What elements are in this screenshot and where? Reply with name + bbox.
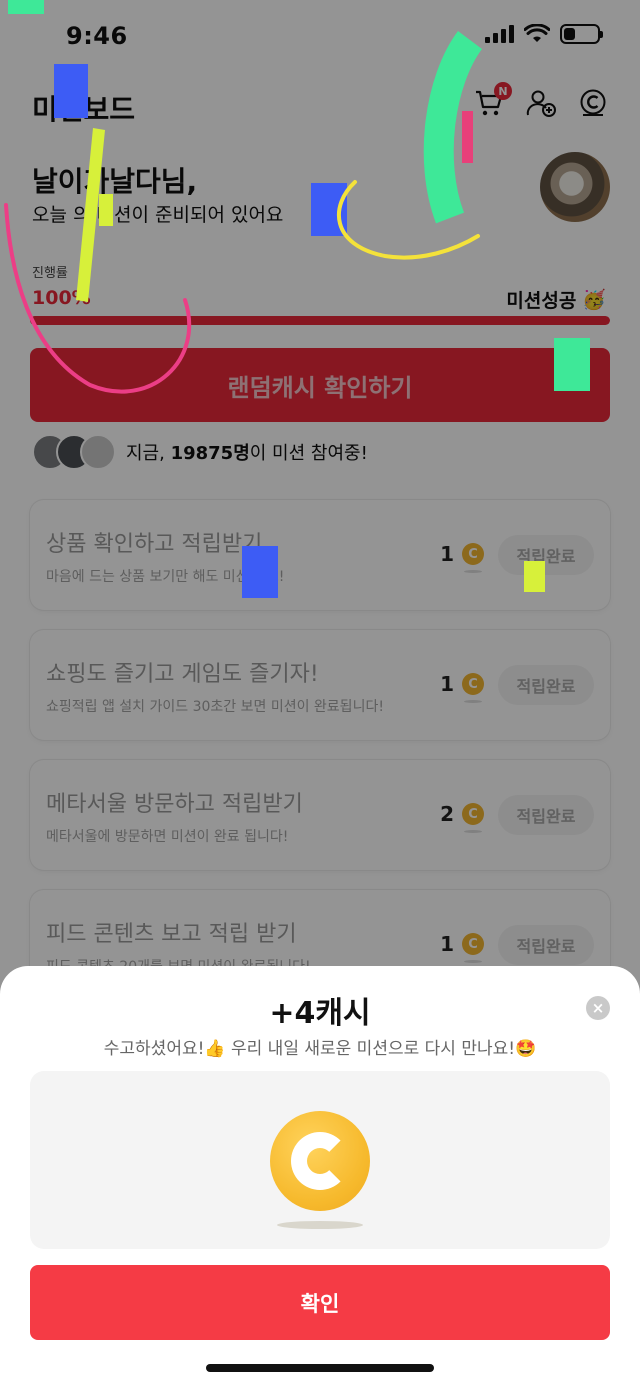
reward-subtitle: 수고하셨어요!👍 우리 내일 새로운 미션으로 다시 만나요!🤩 — [103, 1039, 537, 1059]
annotation-mark — [524, 561, 545, 592]
annotation-mark — [4, 203, 192, 394]
coin-panel — [30, 1071, 610, 1249]
annotation-mark — [54, 64, 88, 118]
home-indicator[interactable] — [206, 1364, 434, 1372]
reward-bottom-sheet: +4캐시 × 수고하셨어요!👍 우리 내일 새로운 미션으로 다시 만나요!🤩 … — [0, 966, 640, 1385]
close-icon[interactable]: × — [586, 996, 610, 1020]
mission-board-screen: 9:46 미션보드 N — [0, 0, 640, 1385]
confirm-button[interactable]: 확인 — [30, 1265, 610, 1340]
reward-title: +4캐시 — [269, 996, 371, 1031]
coin-shadow — [277, 1221, 363, 1229]
coin-letter — [291, 1132, 349, 1190]
annotation-mark — [242, 546, 278, 598]
annotation-mark — [554, 338, 590, 391]
annotation-mark — [99, 194, 113, 226]
annotation-mark — [462, 111, 473, 163]
annotation-mark — [8, 0, 44, 14]
coin-icon — [270, 1111, 370, 1211]
